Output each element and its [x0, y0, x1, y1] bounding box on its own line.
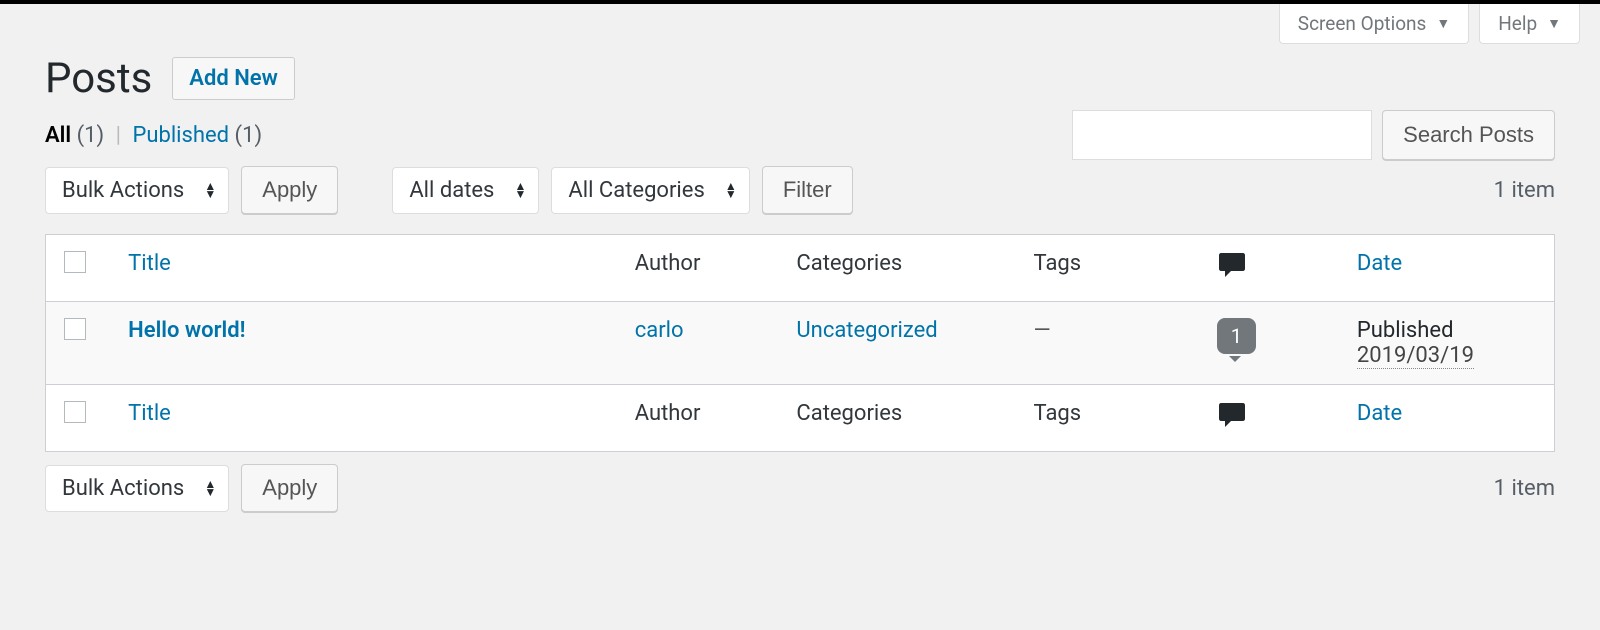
- post-date: 2019/03/19: [1357, 343, 1474, 369]
- screen-options-toggle[interactable]: Screen Options ▼: [1279, 4, 1469, 44]
- post-title-link[interactable]: Hello world!: [128, 318, 245, 343]
- comments-icon: [1217, 401, 1247, 429]
- bulk-actions-label: Bulk Actions: [62, 178, 184, 203]
- column-tags: Tags: [1034, 251, 1082, 276]
- posts-table: Title Author Categories Tags Date Hello …: [45, 234, 1555, 452]
- screen-options-label: Screen Options: [1298, 12, 1427, 35]
- search-posts-button[interactable]: Search Posts: [1382, 110, 1555, 160]
- row-checkbox[interactable]: [64, 318, 86, 340]
- bulk-actions-select[interactable]: Bulk Actions ▲▼: [45, 167, 229, 214]
- category-filter-label: All Categories: [568, 178, 704, 203]
- filter-published[interactable]: Published: [132, 123, 234, 148]
- caret-down-icon: ▼: [1547, 15, 1561, 32]
- page-title: Posts: [45, 54, 152, 103]
- select-arrows-icon: ▲▼: [515, 182, 527, 198]
- column-categories: Categories: [796, 251, 902, 276]
- column-tags-footer: Tags: [1034, 401, 1082, 426]
- filter-all-count: (1): [77, 123, 105, 148]
- post-status: Published: [1357, 318, 1536, 343]
- search-input[interactable]: [1072, 110, 1372, 160]
- post-category-link[interactable]: Uncategorized: [796, 318, 937, 343]
- bulk-actions-select-bottom[interactable]: Bulk Actions ▲▼: [45, 465, 229, 512]
- select-arrows-icon: ▲▼: [725, 182, 737, 198]
- comment-count-bubble[interactable]: 1: [1217, 318, 1256, 354]
- filter-divider: |: [116, 123, 121, 148]
- date-filter-label: All dates: [409, 178, 494, 203]
- column-author: Author: [635, 251, 701, 276]
- comments-icon: [1217, 251, 1247, 279]
- column-author-footer: Author: [635, 401, 701, 426]
- items-count-bottom: 1 item: [1494, 476, 1555, 501]
- select-arrows-icon: ▲▼: [204, 182, 216, 198]
- caret-down-icon: ▼: [1436, 15, 1450, 32]
- category-filter-select[interactable]: All Categories ▲▼: [551, 167, 749, 214]
- filter-published-count: (1): [235, 123, 263, 148]
- column-title-footer[interactable]: Title: [128, 401, 171, 426]
- help-toggle[interactable]: Help ▼: [1479, 4, 1580, 44]
- filter-all[interactable]: All (1): [45, 123, 110, 148]
- post-author-link[interactable]: carlo: [635, 318, 684, 343]
- table-row: Hello world! carlo Uncategorized — 1 Pub…: [46, 302, 1555, 385]
- add-new-button[interactable]: Add New: [172, 57, 295, 100]
- column-categories-footer: Categories: [796, 401, 902, 426]
- select-all-checkbox[interactable]: [64, 251, 86, 273]
- filter-button[interactable]: Filter: [762, 166, 853, 214]
- column-date[interactable]: Date: [1357, 251, 1402, 276]
- filter-published-label: Published: [132, 123, 229, 148]
- apply-bulk-button[interactable]: Apply: [241, 166, 338, 214]
- items-count: 1 item: [1494, 178, 1555, 203]
- select-arrows-icon: ▲▼: [204, 480, 216, 496]
- date-filter-select[interactable]: All dates ▲▼: [392, 167, 539, 214]
- column-title[interactable]: Title: [128, 251, 171, 276]
- apply-bulk-button-bottom[interactable]: Apply: [241, 464, 338, 512]
- post-tags: —: [1034, 318, 1051, 343]
- help-label: Help: [1498, 12, 1537, 35]
- column-date-footer[interactable]: Date: [1357, 401, 1402, 426]
- select-all-checkbox-bottom[interactable]: [64, 401, 86, 423]
- filter-all-label: All: [45, 123, 71, 148]
- bulk-actions-label-bottom: Bulk Actions: [62, 476, 184, 501]
